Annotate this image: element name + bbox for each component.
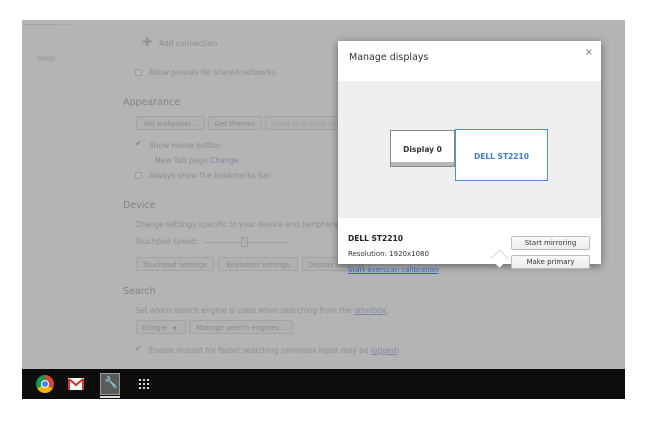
wrench-icon: 🔧 [104, 376, 118, 389]
screen: Help ✚ Add connection Allow proxies for … [22, 20, 625, 369]
gmail-envelope-icon [68, 378, 84, 390]
display-0-label: Display 0 [403, 145, 442, 154]
selected-display-name: DELL ST2210 [348, 234, 403, 243]
active-app-indicator [100, 396, 120, 398]
gmail-icon[interactable] [68, 378, 84, 390]
settings-app-icon[interactable]: 🔧 [100, 373, 120, 395]
chrome-icon-center [41, 380, 49, 388]
dell-display-tile[interactable]: DELL ST2210 [455, 129, 548, 181]
overscan-calibration-link[interactable]: Start overscan calibration [348, 266, 438, 274]
display-0-tile[interactable]: Display 0 [390, 130, 455, 167]
selected-display-resolution: Resolution: 1920x1080 [348, 250, 429, 258]
shelf: 🔧 [22, 369, 625, 399]
close-icon[interactable]: × [585, 47, 593, 58]
manage-displays-dialog: Manage displays × Display 0 DELL ST2210 … [338, 41, 601, 274]
dell-display-label: DELL ST2210 [474, 152, 529, 161]
app-launcher-icon[interactable] [138, 378, 150, 390]
chrome-icon[interactable] [36, 375, 54, 393]
display-arrangement-area[interactable]: Display 0 DELL ST2210 [338, 81, 601, 268]
dialog-title: Manage displays [349, 52, 429, 63]
make-primary-button[interactable]: Make primary [511, 255, 590, 269]
display-0-launcher-bar [391, 162, 454, 166]
start-mirroring-button[interactable]: Start mirroring [511, 236, 590, 250]
